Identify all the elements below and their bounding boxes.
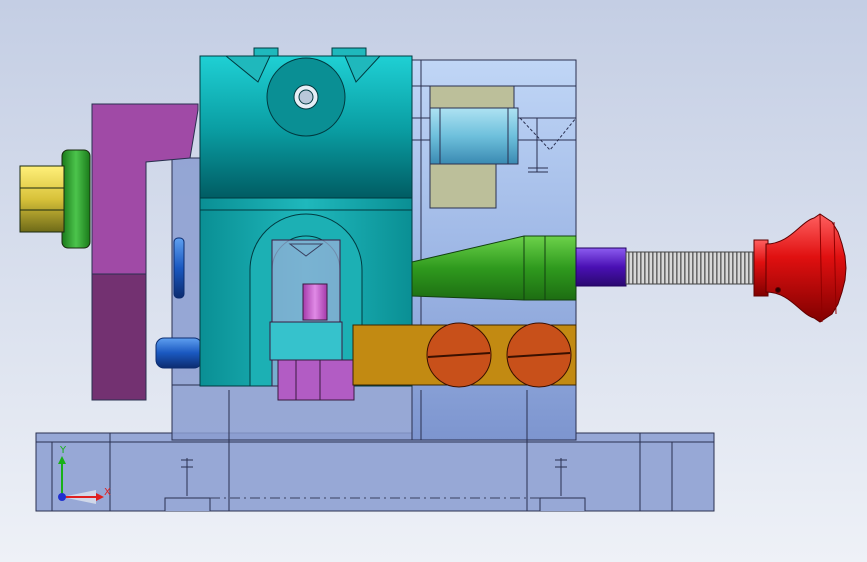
- lead-shaft[interactable]: [575, 247, 627, 287]
- y-axis-label: Y: [59, 445, 67, 456]
- x-axis-label: X: [104, 487, 111, 498]
- threaded-rod[interactable]: [625, 251, 759, 285]
- side-pin-lower[interactable]: [155, 337, 203, 369]
- side-pin-upper[interactable]: [173, 237, 185, 299]
- screw-left[interactable]: [426, 322, 492, 388]
- screw-right[interactable]: [506, 322, 572, 388]
- base-plate[interactable]: [35, 432, 715, 512]
- assembly-drawing[interactable]: X Y: [0, 0, 867, 562]
- cad-viewport[interactable]: X Y: [0, 0, 867, 562]
